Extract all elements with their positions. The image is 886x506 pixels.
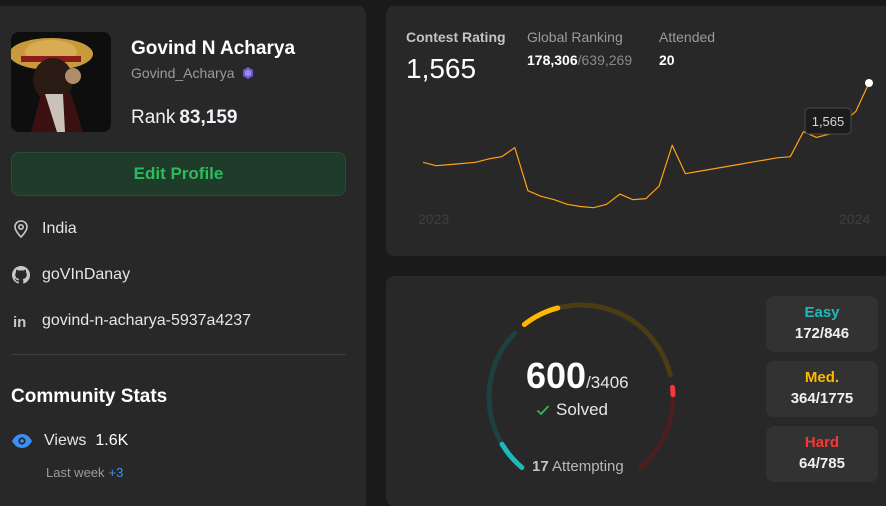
- community-stats-title: Community Stats: [11, 386, 167, 408]
- linkedin-icon: in: [11, 311, 31, 331]
- medium-progress-arc: [524, 308, 557, 325]
- last-week-stat: Last week +3: [46, 465, 123, 480]
- medium-label: Med.: [766, 369, 878, 386]
- last-week-label: Last week: [46, 465, 105, 480]
- hard-label: Hard: [766, 434, 878, 451]
- start-year-label: 2023: [418, 211, 449, 227]
- rank-value: 83,159: [179, 107, 237, 128]
- hard-stat-box[interactable]: Hard 64/785: [766, 426, 878, 482]
- divider: [11, 354, 346, 355]
- attempting-stat: 17 Attempting: [532, 458, 624, 475]
- svg-text:in: in: [13, 314, 26, 330]
- linkedin-row[interactable]: in govind-n-acharya-5937a4237: [11, 311, 251, 331]
- solved-label: Solved: [556, 400, 608, 420]
- avatar-image: [11, 32, 111, 132]
- rating-tooltip: 1,565: [805, 108, 851, 134]
- medium-stat-box[interactable]: Med. 364/1775: [766, 361, 878, 417]
- profile-panel: Govind N Acharya Govind_Acharya Rank83,1…: [0, 6, 366, 506]
- location-text: India: [42, 220, 77, 238]
- linkedin-handle[interactable]: govind-n-acharya-5937a4237: [42, 312, 251, 330]
- attempting-label: Attempting: [552, 458, 624, 475]
- rank-label: Rank: [131, 107, 175, 128]
- easy-stat-box[interactable]: Easy 172/846: [766, 296, 878, 352]
- badge-icon[interactable]: [241, 66, 255, 80]
- solved-count: 600/3406: [526, 355, 626, 397]
- solved-total: /3406: [586, 373, 629, 392]
- rank: Rank83,159: [131, 107, 237, 129]
- last-week-delta: +3: [109, 465, 124, 480]
- location-pin-icon: [11, 219, 31, 239]
- avatar[interactable]: [11, 32, 111, 132]
- location-row: India: [11, 219, 77, 239]
- problems-solved-panel: 600/3406 Solved 17 Attempting Easy 172/8…: [386, 276, 886, 506]
- edit-profile-button[interactable]: Edit Profile: [11, 152, 346, 196]
- rating-chart[interactable]: 1,565: [386, 6, 886, 256]
- views-row: Views 1.6K: [11, 432, 128, 450]
- hard-track-arc: [640, 387, 673, 467]
- attempting-count: 17: [532, 458, 549, 475]
- hard-count: 64/785: [766, 455, 878, 472]
- rating-line: [423, 83, 869, 208]
- medium-count: 364/1775: [766, 390, 878, 407]
- solved-label-row: Solved: [536, 400, 608, 420]
- views-label: Views: [44, 432, 86, 450]
- easy-count: 172/846: [766, 325, 878, 342]
- views-value: 1.6K: [95, 432, 128, 450]
- easy-progress-arc: [502, 444, 522, 467]
- username-text: Govind_Acharya: [131, 65, 235, 81]
- easy-label: Easy: [766, 304, 878, 321]
- github-username[interactable]: goVInDanay: [42, 266, 130, 284]
- github-icon: [11, 265, 31, 285]
- latest-rating-point: [865, 79, 873, 87]
- rating-tooltip-text: 1,565: [812, 114, 845, 129]
- eye-icon: [11, 433, 33, 449]
- end-year-label: 2024: [839, 211, 870, 227]
- check-icon: [536, 404, 550, 416]
- github-row[interactable]: goVInDanay: [11, 265, 130, 285]
- solved-count-value: 600: [526, 355, 586, 396]
- username: Govind_Acharya: [131, 65, 255, 81]
- display-name: Govind N Acharya: [131, 38, 295, 60]
- contest-rating-panel: Contest Rating 1,565 Global Ranking 178,…: [386, 6, 886, 256]
